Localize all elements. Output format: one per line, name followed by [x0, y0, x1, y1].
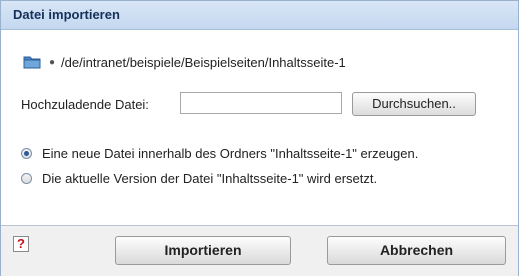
dialog-title: Datei importieren — [13, 7, 120, 22]
radio-replace-file[interactable] — [21, 173, 32, 184]
option-new-file-label: Eine neue Datei innerhalb des Ordners "I… — [42, 146, 419, 161]
file-input[interactable] — [180, 92, 342, 114]
file-label: Hochzuladende Datei: — [21, 97, 149, 112]
import-dialog: Datei importieren ● /de/intranet/beispie… — [0, 0, 519, 276]
option-new-file[interactable]: Eine neue Datei innerhalb des Ordners "I… — [21, 146, 418, 161]
folder-icon — [23, 55, 41, 69]
path-bullet: ● — [49, 56, 56, 68]
option-replace-file[interactable]: Die aktuelle Version der Datei "Inhaltss… — [21, 171, 377, 186]
dialog-titlebar[interactable]: Datei importieren — [1, 1, 518, 30]
help-icon[interactable]: ? — [13, 236, 29, 252]
option-replace-file-label: Die aktuelle Version der Datei "Inhaltss… — [42, 171, 378, 186]
target-path: ● /de/intranet/beispiele/Beispielseiten/… — [23, 53, 346, 71]
cancel-button[interactable]: Abbrechen — [327, 236, 506, 265]
dialog-footer: ? Importieren Abbrechen — [1, 225, 518, 276]
path-text: /de/intranet/beispiele/Beispielseiten/In… — [61, 54, 346, 70]
radio-new-file[interactable] — [21, 148, 32, 159]
browse-button[interactable]: Durchsuchen.. — [352, 92, 476, 116]
import-button[interactable]: Importieren — [115, 236, 291, 265]
